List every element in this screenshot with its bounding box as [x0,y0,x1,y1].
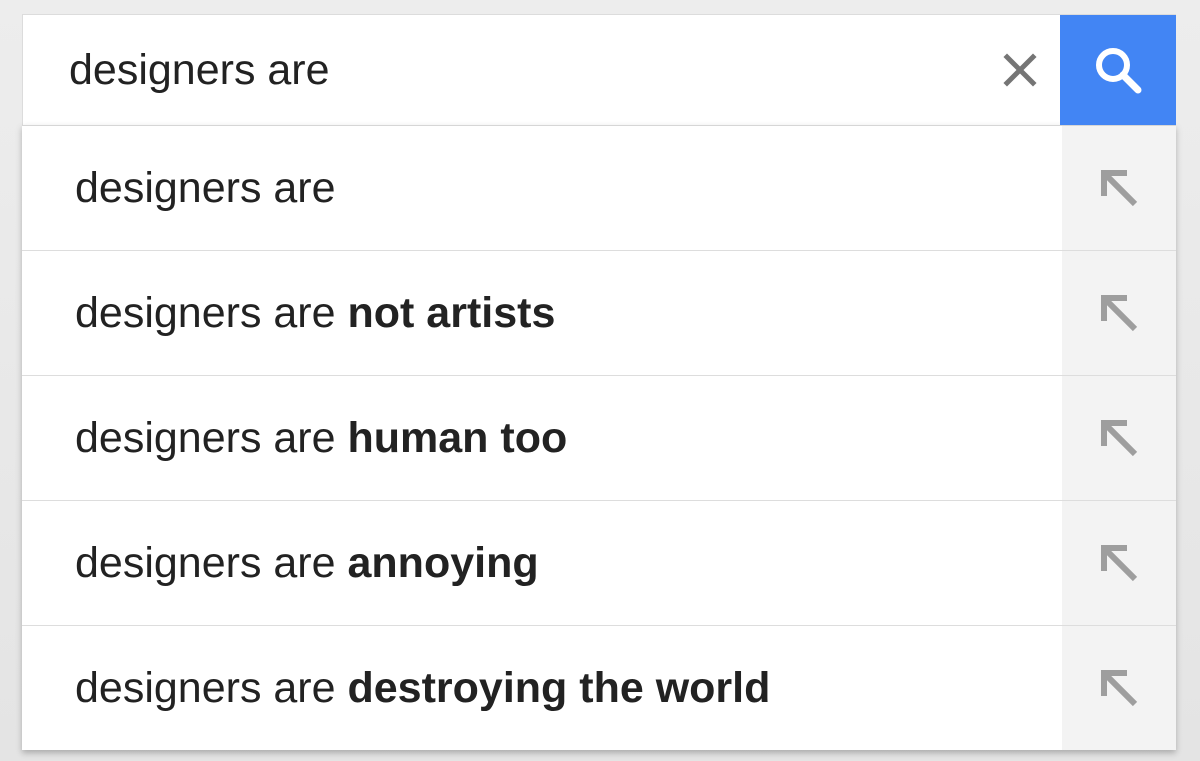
fill-query-button[interactable] [1062,501,1176,625]
suggestion-completion: destroying the world [347,663,771,712]
suggestion-item[interactable]: designers are human too [22,376,1176,501]
suggestion-query: designers are [75,663,348,712]
suggestion-text[interactable]: designers are destroying the world [22,626,1062,750]
suggestion-item[interactable]: designers are destroying the world [22,626,1176,750]
suggestion-text[interactable]: designers are annoying [22,501,1062,625]
suggestion-query: designers are [75,538,348,587]
clear-button[interactable] [980,15,1060,125]
suggestion-query: designers are [75,163,336,212]
suggestion-completion: not artists [347,288,556,337]
fill-query-button[interactable] [1062,251,1176,375]
search-bar [22,14,1176,125]
fill-query-button[interactable] [1062,126,1176,250]
suggestion-item[interactable]: designers are [22,126,1176,251]
arrow-up-left-icon [1101,170,1138,207]
suggestion-text[interactable]: designers are [22,126,1062,250]
suggestion-item[interactable]: designers are annoying [22,501,1176,626]
suggestion-item[interactable]: designers are not artists [22,251,1176,376]
close-icon [1003,53,1037,87]
arrow-up-left-icon [1101,670,1138,707]
page: designers are designers are not artists [0,0,1200,761]
suggestion-completion: human too [347,413,568,462]
search-button[interactable] [1060,15,1176,125]
suggestion-list: designers are designers are not artists [22,125,1176,750]
search-icon [1096,48,1142,94]
fill-query-button[interactable] [1062,376,1176,500]
arrow-up-left-icon [1101,295,1138,332]
search-input[interactable] [23,15,980,125]
search-box: designers are designers are not artists [22,14,1176,750]
suggestion-query: designers are [75,413,348,462]
arrow-up-left-icon [1101,420,1138,457]
fill-query-button[interactable] [1062,626,1176,750]
suggestion-query: designers are [75,288,348,337]
arrow-up-left-icon [1101,545,1138,582]
suggestion-completion: annoying [347,538,539,587]
suggestion-text[interactable]: designers are human too [22,376,1062,500]
suggestion-text[interactable]: designers are not artists [22,251,1062,375]
